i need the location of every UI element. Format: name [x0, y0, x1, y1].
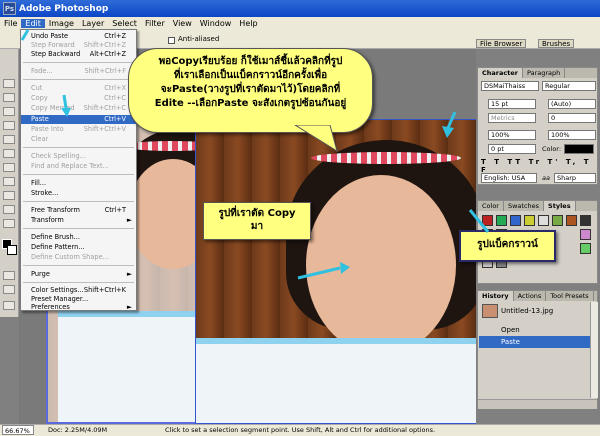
photoshop-window: Ps Adobe Photoshop File Edit Image Layer…	[0, 0, 600, 436]
annotation-arrows	[20, 29, 490, 280]
arrow-head-icon	[61, 108, 71, 117]
arrow-to-background-callout	[468, 209, 490, 233]
arrow-to-edit-menu	[20, 29, 30, 41]
status-bar: 66.67% Doc: 2.25M/4.09M Click to set a s…	[0, 424, 600, 436]
arrow-head-icon	[340, 262, 350, 274]
arrow-to-face	[297, 266, 341, 280]
arrow-head-icon	[442, 126, 454, 138]
arrow-to-background	[446, 111, 457, 129]
arrow-to-paste	[62, 94, 68, 109]
document-size: Doc: 2.25M/4.09M	[48, 426, 108, 434]
zoom-level-field[interactable]: 66.67%	[2, 425, 34, 435]
status-hint: Click to set a selection segment point. …	[165, 426, 436, 434]
